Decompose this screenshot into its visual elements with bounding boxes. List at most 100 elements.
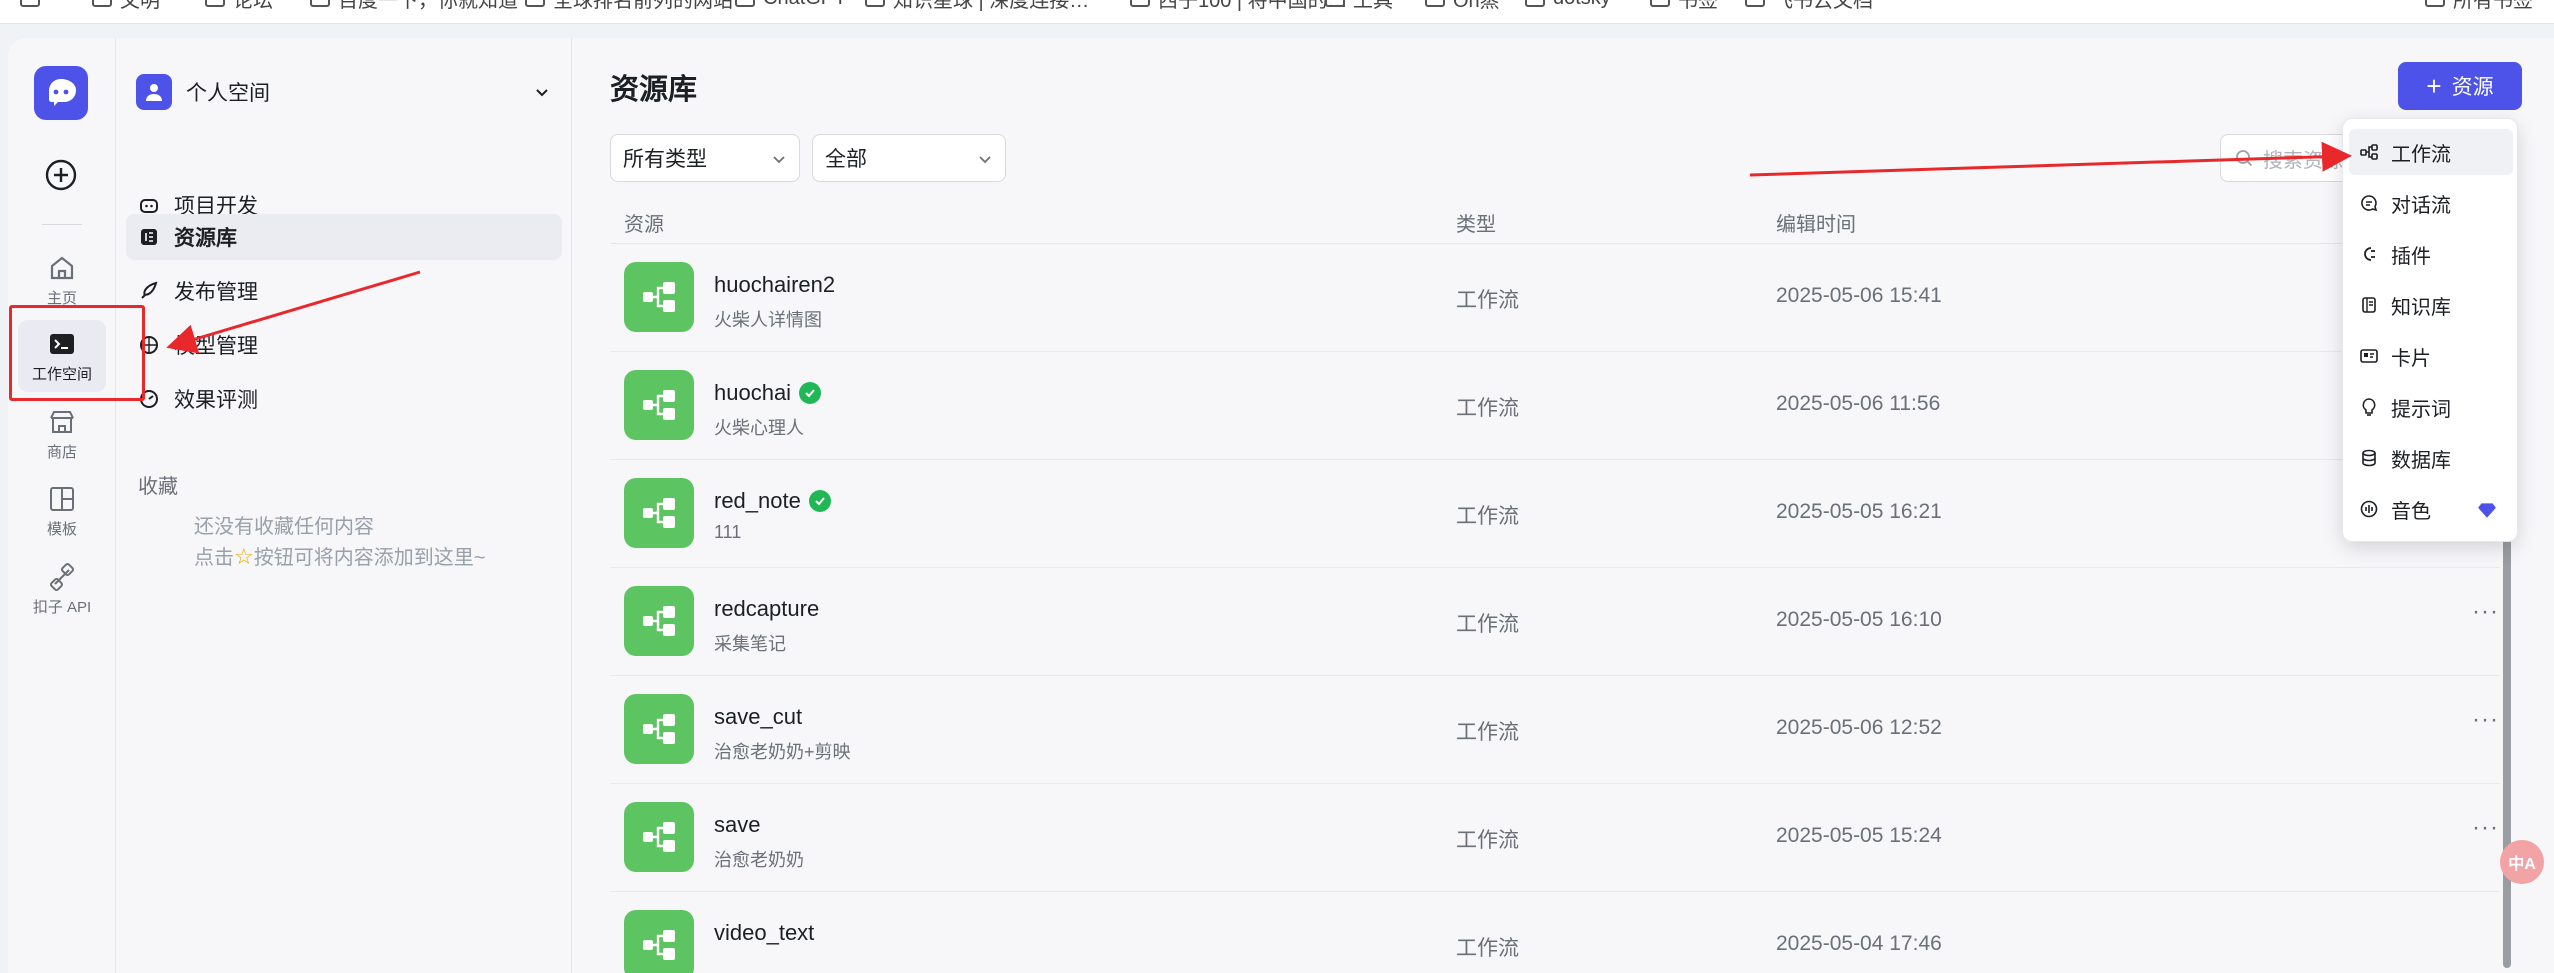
favorites-title: 收藏: [138, 476, 178, 498]
library-icon: [141, 229, 157, 245]
resource-edit-time: 2025-05-06 12:52: [1776, 716, 1942, 739]
resource-name: huochairen2: [714, 272, 836, 297]
menu-item-plugin[interactable]: 插件: [2349, 231, 2513, 277]
more-options-icon[interactable]: ···: [2472, 814, 2499, 842]
bookmark-item[interactable]: 全球排名前列的网站: [525, 0, 733, 12]
bookmark-item[interactable]: On蒸: [1425, 0, 1500, 12]
coze-logo-icon[interactable]: [34, 66, 88, 120]
verified-check-icon: [799, 382, 822, 404]
knowledge-icon: [2362, 297, 2376, 313]
rocket-icon: [141, 281, 158, 299]
menu-item-prompt[interactable]: 提示词: [2349, 384, 2513, 430]
robot-icon: [140, 199, 158, 213]
resource-name: save_cut: [714, 704, 803, 729]
translate-icon[interactable]: 中A: [2500, 840, 2544, 884]
rail-item-api[interactable]: 扣子 API: [18, 553, 106, 625]
resource-name: video_text: [714, 920, 815, 945]
nav-item-library[interactable]: 资源库: [126, 214, 562, 260]
menu-item-workflow[interactable]: 工作流: [2349, 129, 2513, 175]
more-options-icon[interactable]: ···: [2472, 598, 2499, 626]
globe-icon: [525, 0, 545, 7]
scope-filter-select[interactable]: 全部: [812, 134, 1006, 182]
table-row[interactable]: huochairen2 火柴人详情图 工作流 2025-05-06 15:41: [610, 244, 2500, 352]
nav-item-evaluation[interactable]: 效果评测: [126, 376, 562, 422]
more-options-icon[interactable]: ···: [2472, 706, 2499, 734]
resource-type: 工作流: [1456, 289, 1519, 312]
nav-item-publish[interactable]: 发布管理: [126, 268, 562, 314]
table-row[interactable]: save 治愈老奶奶 工作流 2025-05-05 15:24 ···: [610, 784, 2500, 892]
folder-icon: [1325, 0, 1345, 7]
apps-icon[interactable]: [20, 0, 40, 10]
rail-item-templates[interactable]: 模板: [18, 475, 106, 547]
folder-icon: [2425, 0, 2445, 7]
search-icon: [2236, 150, 2253, 167]
menu-item-knowledge[interactable]: 知识库: [2349, 282, 2513, 328]
baidu-icon: [310, 0, 330, 7]
workflow-icon: [624, 370, 694, 440]
resource-description: 111: [714, 522, 742, 542]
workflow-icon: [624, 586, 694, 656]
col-edited: 编辑时间: [1776, 214, 1856, 236]
bookmark-item[interactable]: 所有书签: [2425, 0, 2533, 12]
table-row[interactable]: huochai 火柴心理人 工作流 2025-05-06 11:56: [610, 352, 2500, 460]
table-header: 资源 类型 编辑时间: [610, 196, 2500, 244]
plus-icon: +: [2426, 71, 2442, 101]
menu-item-voice[interactable]: 音色: [2349, 486, 2513, 532]
verified-check-icon: [808, 490, 831, 512]
workflow-icon: [2360, 144, 2378, 160]
workflow-icon: [624, 910, 694, 973]
bookmark-item[interactable]: 书签: [1650, 0, 1718, 12]
resource-description: 治愈老奶奶: [714, 850, 804, 870]
bookmarks-bar: 文明 论坛 百度一下，你就知道 全球排名前列的网站 ChatGPT 知识星球 |…: [0, 0, 2554, 24]
resource-edit-time: 2025-05-06 15:41: [1776, 284, 1942, 307]
resource-edit-time: 2025-05-05 16:10: [1776, 608, 1942, 631]
folder-icon: [1425, 0, 1445, 7]
user-icon: [136, 74, 172, 110]
table-row[interactable]: video_text 工作流 2025-05-04 17:46: [610, 892, 2500, 973]
type-filter-select[interactable]: 所有类型: [610, 134, 800, 182]
folder-icon: [1525, 0, 1545, 7]
table-row[interactable]: save_cut 治愈老奶奶+剪映 工作流 2025-05-06 12:52 ···: [610, 676, 2500, 784]
table-row[interactable]: redcapture 采集笔记 工作流 2025-05-05 16:10 ···: [610, 568, 2500, 676]
bookmark-item[interactable]: 工具: [1325, 0, 1393, 12]
workspace-switcher[interactable]: 个人空间: [136, 72, 552, 112]
bookmark-item[interactable]: 西子100 | 将中国的…: [1130, 0, 1348, 12]
bookmark-item[interactable]: ChatGPT: [735, 0, 846, 10]
resource-type: 工作流: [1456, 397, 1519, 420]
page-title: 资源库: [610, 74, 698, 106]
template-icon: [50, 486, 74, 511]
folder-icon: [1650, 0, 1670, 7]
resource-name: huochai: [714, 380, 792, 405]
bookmark-icon: [1130, 0, 1150, 7]
bookmark-item[interactable]: 论坛: [205, 0, 273, 12]
chevron-down-icon: [536, 89, 548, 97]
resource-description: 火柴心理人: [714, 418, 804, 438]
workflow-icon: [624, 262, 694, 332]
bookmark-item[interactable]: 飞书云文档: [1745, 0, 1873, 12]
resource-library: 资源库 + 资源 所有类型 全部 搜索资源 资源 类型 编辑时间 huochai…: [572, 38, 2554, 973]
star-icon: ☆: [234, 544, 254, 569]
bookmark-item[interactable]: dotsky: [1525, 0, 1611, 10]
nav-item-models[interactable]: 模型管理: [126, 322, 562, 368]
menu-item-chatflow[interactable]: 对话流: [2349, 180, 2513, 226]
resource-type: 工作流: [1456, 829, 1519, 852]
bookmark-item[interactable]: 百度一下，你就知道: [310, 0, 518, 12]
menu-item-database[interactable]: 数据库: [2349, 435, 2513, 481]
store-icon: [50, 410, 74, 433]
rail-divider: [42, 224, 82, 225]
menu-item-card[interactable]: 卡片: [2349, 333, 2513, 379]
resource-type-dropdown: 工作流 对话流 插件 知识库 卡片 提示词 数据库 音色: [2342, 118, 2518, 542]
workflow-icon: [624, 802, 694, 872]
favorites-empty: 还没有收藏任何内容 点击☆按钮可将内容添加到这里~: [194, 516, 486, 569]
create-icon[interactable]: [44, 158, 78, 192]
rail-item-store[interactable]: 商店: [18, 398, 106, 470]
plugin-icon: [2364, 247, 2375, 261]
add-resource-button[interactable]: + 资源: [2398, 62, 2522, 110]
resource-edit-time: 2025-05-04 17:46: [1776, 932, 1942, 955]
bookmark-item[interactable]: 知识星球 | 深度连接…: [865, 0, 1089, 12]
table-row[interactable]: red_note 111 工作流 2025-05-05 16:21: [610, 460, 2500, 568]
workflow-icon: [624, 694, 694, 764]
chevron-down-icon: [773, 156, 785, 164]
folder-icon: [92, 0, 112, 7]
bookmark-item[interactable]: 文明: [92, 0, 160, 12]
